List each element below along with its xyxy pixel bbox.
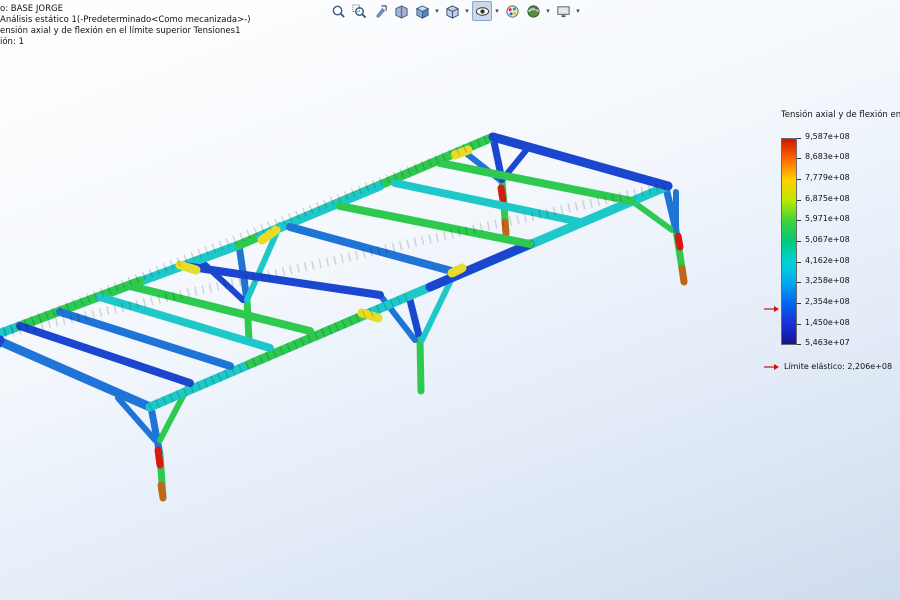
legend-tick [797,138,801,139]
beam-cross [181,262,384,299]
yield-strength-label: Límite elástico: 2,206e+08 [784,362,893,371]
legend-tick-label: 7,779e+08 [805,173,850,182]
legend-tick [797,262,801,263]
yield-strength-arrow-icon [764,306,779,312]
legend-tick-label: 6,875e+08 [805,194,850,203]
legend-tick [797,220,801,221]
beam-leg [157,481,167,502]
yield-strength-arrow-icon [764,363,779,370]
legend-tick-label: 2,354e+08 [805,297,850,306]
yield-strength-row: Límite elástico: 2,206e+08 [764,362,892,371]
beam-cross [286,223,459,276]
beam-segment-overlay [0,132,669,412]
beam-leg [678,264,688,286]
legend-tick [797,303,801,304]
beam-leg [416,336,425,395]
legend-tick-label: 8,683e+08 [805,152,850,161]
beam-brace [629,198,675,233]
legend-tick-label: 9,587e+08 [805,132,850,141]
legend-tick-label: 3,258e+08 [805,276,850,285]
legend-tick [797,324,801,325]
legend-tick-label: 5,971e+08 [805,214,850,223]
beam-cross [16,322,194,387]
legend-tick [797,200,801,201]
frame-members [0,132,688,502]
stress-hotspot [447,263,467,278]
beam-leg [674,232,684,251]
legend-tick [797,158,801,159]
stress-hotspot [175,260,201,275]
beam-leg [501,218,510,238]
legend-tick [797,241,801,242]
legend-tick [797,282,801,283]
beam-leg [497,184,507,204]
legend-tick-label: 4,162e+08 [805,256,850,265]
beam-leg [243,296,253,344]
legend-title: Tensión axial y de flexión en el lí [781,110,900,120]
beam-cross [56,308,234,370]
beam-cross [126,282,314,335]
legend-tick-label: 1,450e+08 [805,318,850,327]
legend-tick-label: 5,067e+08 [805,235,850,244]
beam-stress-model-view[interactable] [0,0,900,600]
stress-color-bar [781,138,797,345]
legend-tick [797,179,801,180]
legend-tick [797,344,801,345]
beam-leg [154,446,164,469]
legend-tick-label: 5,463e+07 [805,338,850,347]
